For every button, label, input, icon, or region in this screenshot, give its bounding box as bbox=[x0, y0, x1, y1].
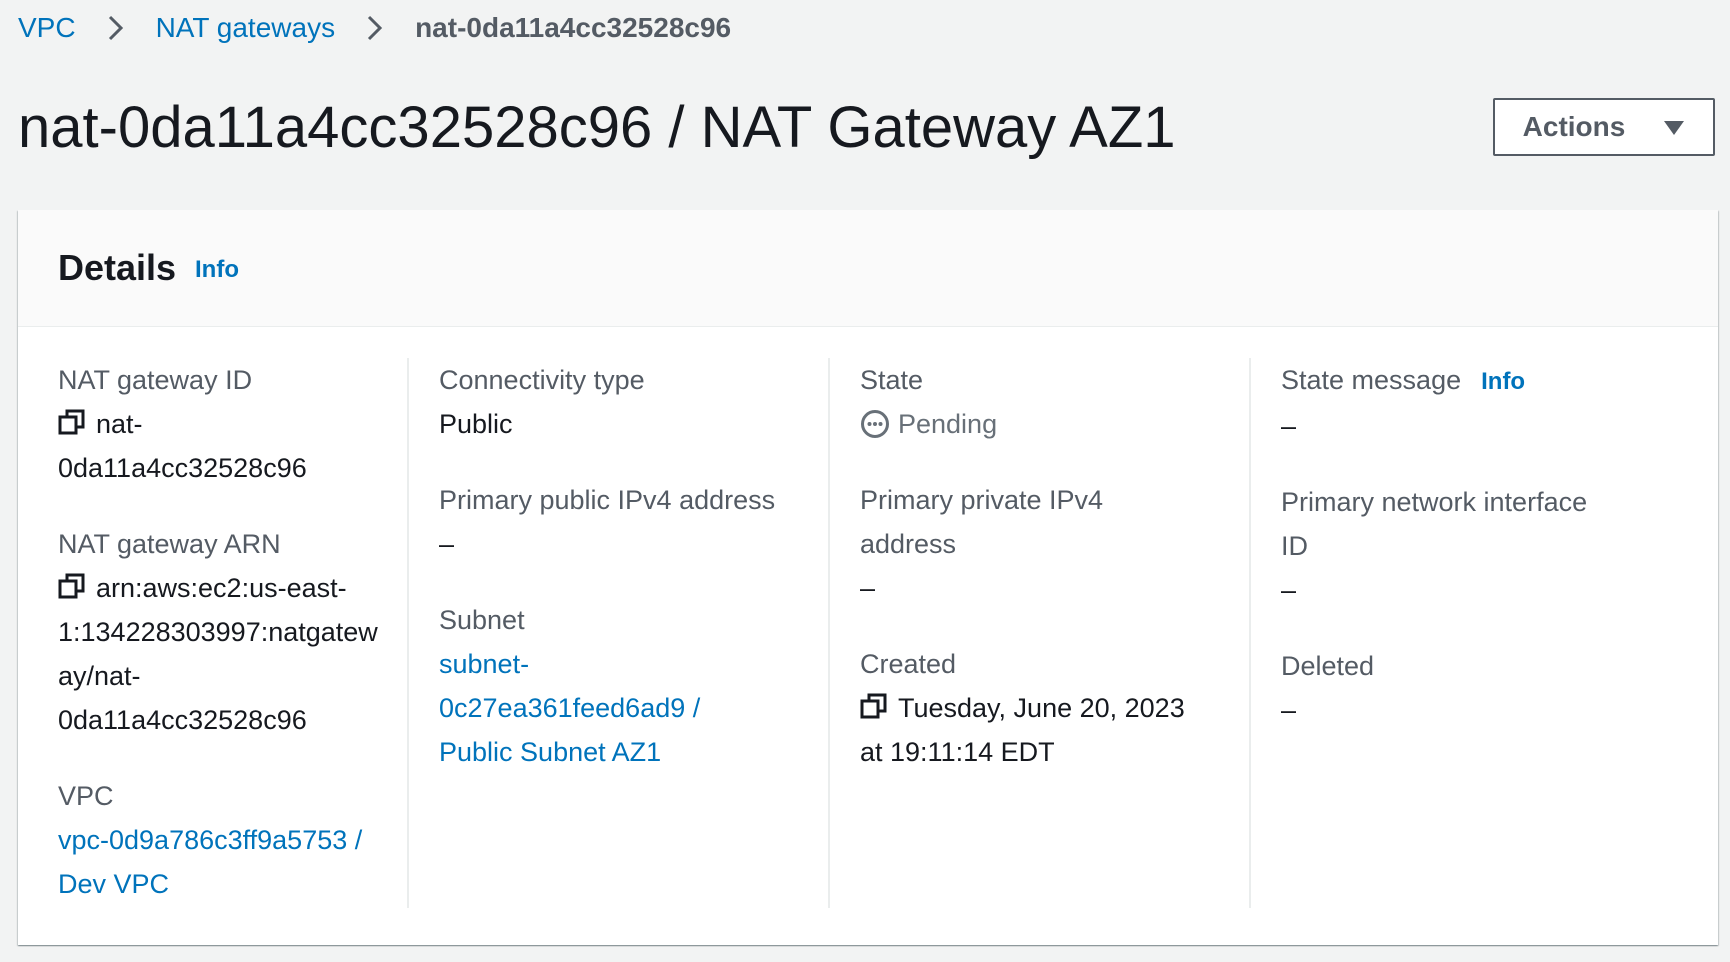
chevron-right-icon bbox=[355, 10, 395, 46]
vpc-field: VPC vpc-0d9a786c3ff9a5753 / Dev VPC bbox=[58, 774, 398, 906]
details-panel: Details Info NAT gateway ID nat- 0da11a4… bbox=[18, 210, 1718, 945]
deleted-value: – bbox=[1281, 695, 1297, 725]
nat-gateway-arn-label: NAT gateway ARN bbox=[58, 529, 281, 559]
nat-gateway-arn-line1: arn:aws:ec2:us-east- bbox=[96, 573, 347, 603]
primary-private-ipv4-label-line1: Primary private IPv4 bbox=[860, 485, 1104, 515]
primary-network-interface-label: Primary network interface ID bbox=[1281, 480, 1621, 568]
created-value: Tuesday, June 20, 2023 at 19:11:14 EDT bbox=[860, 686, 1200, 774]
state-pending-text: Pending bbox=[898, 409, 998, 439]
state-message-value: – bbox=[1281, 411, 1297, 441]
chevron-right-icon bbox=[96, 10, 136, 46]
nat-gateway-id-value: nat- 0da11a4cc32528c96 bbox=[58, 402, 398, 490]
primary-public-ipv4-field: Primary public IPv4 address – bbox=[439, 478, 779, 566]
vpc-label: VPC bbox=[58, 781, 114, 811]
primary-network-interface-field: Primary network interface ID – bbox=[1281, 480, 1621, 612]
primary-private-ipv4-value: – bbox=[860, 573, 876, 603]
details-column-2: Connectivity type Public Primary public … bbox=[407, 358, 779, 908]
nat-gateway-id-label: NAT gateway ID bbox=[58, 365, 253, 395]
pending-status-icon bbox=[860, 408, 890, 438]
created-line2: at 19:11:14 EDT bbox=[860, 737, 1055, 767]
created-label: Created bbox=[860, 649, 957, 679]
breadcrumb-nat-gateways-link[interactable]: NAT gateways bbox=[156, 12, 335, 44]
primary-private-ipv4-field: Primary private IPv4 address – bbox=[860, 478, 1200, 610]
state-message-label-text: State message bbox=[1281, 365, 1462, 395]
state-label: State bbox=[860, 365, 924, 395]
primary-network-interface-label-line1: Primary network interface bbox=[1281, 487, 1588, 517]
deleted-label: Deleted bbox=[1281, 651, 1375, 681]
subnet-link-line2: 0c27ea361feed6ad9 / bbox=[439, 693, 701, 723]
page-title: nat-0da11a4cc32528c96 / NAT Gateway AZ1 bbox=[18, 95, 1176, 160]
subnet-label: Subnet bbox=[439, 605, 525, 635]
primary-private-ipv4-label: Primary private IPv4 address bbox=[860, 478, 1200, 566]
copy-icon[interactable] bbox=[58, 405, 86, 435]
details-column-4: State message Info – Primary network inte… bbox=[1249, 358, 1621, 908]
details-title: Details bbox=[58, 247, 177, 288]
connectivity-type-label: Connectivity type bbox=[439, 365, 645, 395]
state-message-info-link[interactable]: Info bbox=[1481, 368, 1525, 395]
primary-public-ipv4-value: – bbox=[439, 529, 455, 559]
nat-gateway-arn-value: arn:aws:ec2:us-east- 1:134228303997:natg… bbox=[58, 566, 398, 742]
created-line1: Tuesday, June 20, 2023 bbox=[898, 693, 1185, 723]
state-message-field: State message Info – bbox=[1281, 358, 1621, 448]
subnet-link-line1: subnet- bbox=[439, 649, 530, 679]
vpc-link-line2: Dev VPC bbox=[58, 869, 170, 899]
nat-gateway-id-line1: nat- bbox=[96, 409, 143, 439]
nat-gateway-id-field: NAT gateway ID nat- 0da11a4cc32528c96 bbox=[58, 358, 398, 490]
actions-button-label: Actions bbox=[1522, 111, 1626, 142]
nat-gateway-arn-line2: 1:134228303997:natgatew bbox=[58, 617, 378, 647]
primary-network-interface-value: – bbox=[1281, 575, 1297, 605]
primary-public-ipv4-label: Primary public IPv4 address bbox=[439, 485, 776, 515]
state-value: Pending bbox=[860, 402, 1200, 446]
created-field: Created Tuesday, June 20, 2023 at 19:11:… bbox=[860, 642, 1200, 774]
details-columns: NAT gateway ID nat- 0da11a4cc32528c96 NA… bbox=[18, 358, 1718, 908]
subnet-field: Subnet subnet- 0c27ea361feed6ad9 / Publi… bbox=[439, 598, 779, 774]
nat-gateway-arn-field: NAT gateway ARN arn:aws:ec2:us-east- 1:1… bbox=[58, 522, 398, 742]
details-info-link[interactable]: Info bbox=[195, 256, 239, 284]
copy-icon[interactable] bbox=[860, 689, 888, 719]
breadcrumb: VPC NAT gateways nat-0da11a4cc32528c96 bbox=[18, 10, 731, 46]
connectivity-type-field: Connectivity type Public bbox=[439, 358, 779, 446]
connectivity-type-value: Public bbox=[439, 409, 513, 439]
details-panel-header: Details Info bbox=[18, 210, 1718, 327]
caret-down-icon bbox=[1663, 111, 1685, 143]
nat-gateway-id-line2: 0da11a4cc32528c96 bbox=[58, 453, 307, 483]
state-field: State Pending bbox=[860, 358, 1200, 446]
details-column-3: State Pending Primary private IPv4 addre… bbox=[828, 358, 1200, 908]
nat-gateway-arn-line3: ay/nat- bbox=[58, 661, 141, 691]
breadcrumb-vpc-link[interactable]: VPC bbox=[18, 12, 76, 44]
subnet-link-line3: Public Subnet AZ1 bbox=[439, 737, 662, 767]
details-column-1: NAT gateway ID nat- 0da11a4cc32528c96 NA… bbox=[58, 358, 398, 908]
primary-private-ipv4-label-line2: address bbox=[860, 529, 957, 559]
vpc-link-line1: vpc-0d9a786c3ff9a5753 / bbox=[58, 825, 363, 855]
vpc-link[interactable]: vpc-0d9a786c3ff9a5753 / Dev VPC bbox=[58, 818, 398, 906]
actions-button[interactable]: Actions bbox=[1493, 98, 1715, 156]
deleted-field: Deleted – bbox=[1281, 644, 1621, 732]
subnet-link[interactable]: subnet- 0c27ea361feed6ad9 / Public Subne… bbox=[439, 642, 779, 774]
copy-icon[interactable] bbox=[58, 569, 86, 599]
nat-gateway-arn-line4: 0da11a4cc32528c96 bbox=[58, 705, 307, 735]
primary-network-interface-label-line2: ID bbox=[1281, 531, 1308, 561]
state-message-label: State message Info bbox=[1281, 358, 1621, 404]
breadcrumb-current: nat-0da11a4cc32528c96 bbox=[415, 12, 732, 43]
